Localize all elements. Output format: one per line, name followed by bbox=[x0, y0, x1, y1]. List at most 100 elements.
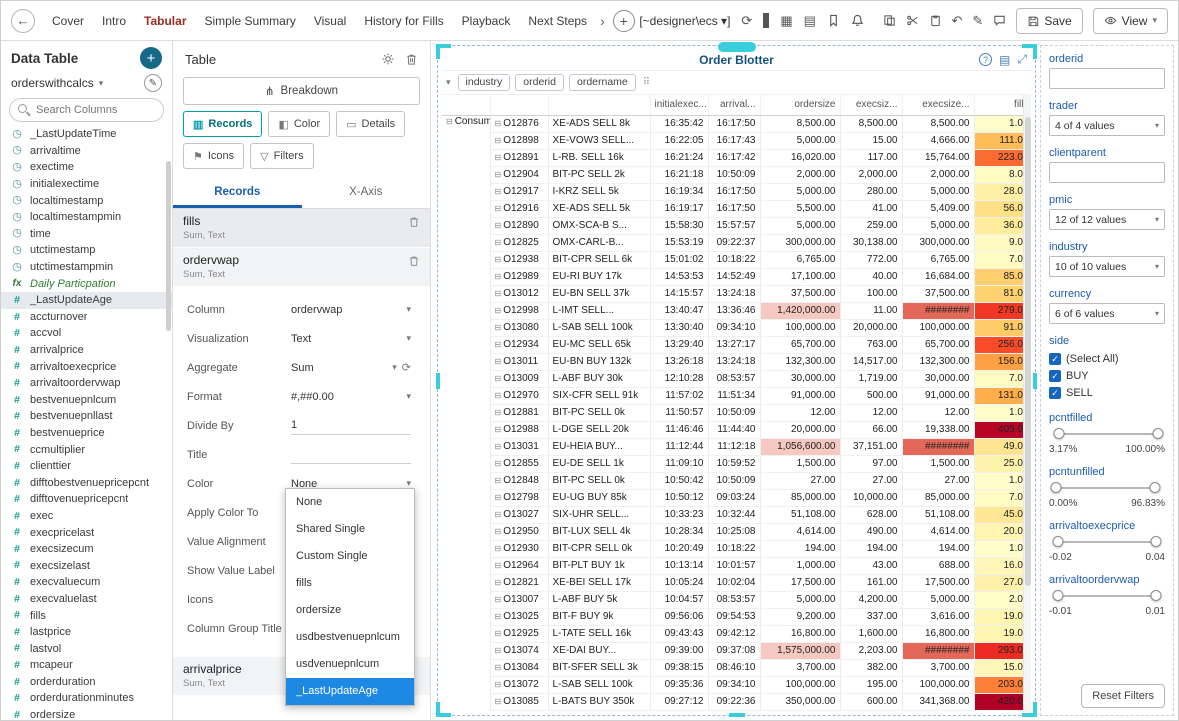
execsize-cell[interactable]: 490.00 bbox=[840, 523, 902, 540]
ordersize-cell[interactable]: 4,614.00 bbox=[760, 523, 840, 540]
ordername-cell[interactable]: EU-DE SELL 1k bbox=[548, 455, 650, 472]
collapse-icon[interactable]: ⊟ bbox=[495, 374, 502, 383]
initialexectime-cell[interactable]: 09:56:06 bbox=[650, 608, 708, 625]
tab-next-steps[interactable]: Next Steps bbox=[519, 2, 596, 40]
format-select[interactable]: #,##0.00▾ bbox=[291, 391, 411, 403]
arrivaltime-cell[interactable]: 09:34:10 bbox=[708, 676, 760, 693]
orderid-cell[interactable]: ⊟O12825 bbox=[490, 234, 548, 251]
execsize-cell[interactable]: 2,203.00 bbox=[840, 642, 902, 659]
execsizecum-cell[interactable]: 85,000.00 bbox=[902, 489, 974, 506]
ordername-cell[interactable]: L-TATE SELL 16k bbox=[548, 625, 650, 642]
collapse-icon[interactable]: ⊟ bbox=[495, 255, 502, 264]
ordername-cell[interactable]: BIT-PC SELL 2k bbox=[548, 166, 650, 183]
execsizecum-cell[interactable]: 27.00 bbox=[902, 472, 974, 489]
execsizecum-cell[interactable]: ######## bbox=[902, 302, 974, 319]
workbook-selector[interactable]: [~designer\ecs ▾] bbox=[639, 14, 730, 28]
selection-handle-mid-right[interactable] bbox=[1033, 373, 1037, 389]
column-header-initialexec[interactable]: initialexec... bbox=[650, 95, 708, 115]
collapse-icon[interactable]: ⊟ bbox=[495, 136, 502, 145]
dropdown-item[interactable]: usdbestvenuepnlcum bbox=[286, 624, 414, 651]
ordersize-cell[interactable]: 8,500.00 bbox=[760, 115, 840, 132]
orderid-cell[interactable]: ⊟O13072 bbox=[490, 676, 548, 693]
ordersize-cell[interactable]: 350,000.00 bbox=[760, 693, 840, 710]
collapse-icon[interactable]: ⊟ bbox=[495, 442, 502, 451]
tab-cover[interactable]: Cover bbox=[43, 2, 93, 40]
orderid-cell[interactable]: ⊟O12925 bbox=[490, 625, 548, 642]
collapse-icon[interactable]: ⊟ bbox=[495, 221, 502, 230]
ordername-cell[interactable]: BIT-F BUY 9k bbox=[548, 608, 650, 625]
visualization-select[interactable]: Text▾ bbox=[291, 333, 411, 345]
pause-icon[interactable] bbox=[763, 14, 769, 27]
column-list-item[interactable]: #difftovenuepricepcnt bbox=[1, 491, 172, 508]
column-header[interactable] bbox=[548, 95, 650, 115]
arrivaltime-cell[interactable]: 16:17:50 bbox=[708, 183, 760, 200]
execsizecum-cell[interactable]: 16,800.00 bbox=[902, 625, 974, 642]
checkbox-icon[interactable]: ✓ bbox=[1049, 370, 1061, 382]
collapse-icon[interactable]: ⊟ bbox=[495, 340, 502, 349]
initialexectime-cell[interactable]: 16:21:24 bbox=[650, 149, 708, 166]
gear-icon[interactable] bbox=[381, 52, 395, 66]
initialexectime-cell[interactable]: 11:50:57 bbox=[650, 404, 708, 421]
execsizecum-cell[interactable]: 300,000.00 bbox=[902, 234, 974, 251]
slider-thumb-low[interactable] bbox=[1053, 590, 1064, 601]
arrivaltime-cell[interactable]: 11:12:18 bbox=[708, 438, 760, 455]
add-page-button[interactable]: + bbox=[613, 10, 635, 32]
initialexectime-cell[interactable]: 11:57:02 bbox=[650, 387, 708, 404]
scissors-icon[interactable] bbox=[906, 14, 919, 27]
selection-handle-mid-bottom[interactable] bbox=[729, 713, 745, 717]
arrivaltime-cell[interactable]: 13:36:46 bbox=[708, 302, 760, 319]
collapse-icon[interactable]: ⊟ bbox=[495, 697, 502, 706]
arrivaltime-cell[interactable]: 15:57:57 bbox=[708, 217, 760, 234]
execsizecum-cell[interactable]: ######## bbox=[902, 642, 974, 659]
collapse-icon[interactable]: ⊟ bbox=[495, 510, 502, 519]
orderid-cell[interactable]: ⊟O12821 bbox=[490, 574, 548, 591]
ordersize-cell[interactable]: 5,000.00 bbox=[760, 183, 840, 200]
orderid-cell[interactable]: ⊟O12898 bbox=[490, 132, 548, 149]
execsize-cell[interactable]: 382.00 bbox=[840, 659, 902, 676]
orderid-cell[interactable]: ⊟O13012 bbox=[490, 285, 548, 302]
orderid-cell[interactable]: ⊟O13027 bbox=[490, 506, 548, 523]
arrivaltime-cell[interactable]: 09:34:10 bbox=[708, 319, 760, 336]
tab-simple-summary[interactable]: Simple Summary bbox=[195, 2, 304, 40]
execsizecum-cell[interactable]: ######## bbox=[902, 438, 974, 455]
arrivaltime-cell[interactable]: 08:53:57 bbox=[708, 591, 760, 608]
arrivaltime-cell[interactable]: 10:59:52 bbox=[708, 455, 760, 472]
orderid-cell[interactable]: ⊟O13085 bbox=[490, 693, 548, 710]
tab-visual[interactable]: Visual bbox=[305, 2, 355, 40]
execsize-cell[interactable]: 280.00 bbox=[840, 183, 902, 200]
ordername-cell[interactable]: L-BATS BUY 350k bbox=[548, 693, 650, 710]
title-input[interactable] bbox=[291, 446, 411, 464]
column-list-item[interactable]: ◷exectime bbox=[1, 159, 172, 176]
copy-icon[interactable] bbox=[883, 14, 896, 27]
ordersize-cell[interactable]: 17,100.00 bbox=[760, 268, 840, 285]
range-slider[interactable] bbox=[1054, 589, 1160, 603]
comment-icon[interactable] bbox=[993, 14, 1006, 27]
arrivaltime-cell[interactable]: 09:22:36 bbox=[708, 693, 760, 710]
ordersize-cell[interactable]: 5,500.00 bbox=[760, 200, 840, 217]
ordername-cell[interactable]: OMX-CARL-B... bbox=[548, 234, 650, 251]
reset-filters-button[interactable]: Reset Filters bbox=[1081, 684, 1165, 708]
help-icon[interactable]: ? bbox=[979, 53, 992, 66]
execsize-cell[interactable]: 41.00 bbox=[840, 200, 902, 217]
execsizecum-cell[interactable]: 65,700.00 bbox=[902, 336, 974, 353]
execsize-cell[interactable]: 66.00 bbox=[840, 421, 902, 438]
initialexectime-cell[interactable]: 13:26:18 bbox=[650, 353, 708, 370]
execsize-cell[interactable]: 43.00 bbox=[840, 557, 902, 574]
execsize-cell[interactable]: 772.00 bbox=[840, 251, 902, 268]
ordersize-cell[interactable]: 6,765.00 bbox=[760, 251, 840, 268]
ordersize-cell[interactable]: 30,000.00 bbox=[760, 370, 840, 387]
initialexectime-cell[interactable]: 15:01:02 bbox=[650, 251, 708, 268]
column-select[interactable]: ordervwap▾ bbox=[291, 304, 411, 316]
scrollbar-thumb[interactable] bbox=[1025, 117, 1031, 586]
tab-history-for-fills[interactable]: History for Fills bbox=[355, 2, 452, 40]
column-list-item[interactable]: #arrivaltoordervwap bbox=[1, 375, 172, 392]
execsizecum-cell[interactable]: 17,500.00 bbox=[902, 574, 974, 591]
edit-data-source-button[interactable]: ✎ bbox=[144, 74, 162, 92]
collapse-icon[interactable]: ⊟ bbox=[495, 272, 502, 281]
slider-thumb-high[interactable] bbox=[1152, 428, 1163, 439]
slider-thumb-high[interactable] bbox=[1149, 482, 1160, 493]
orderid-cell[interactable]: ⊟O12938 bbox=[490, 251, 548, 268]
execsize-cell[interactable]: 97.00 bbox=[840, 455, 902, 472]
execsizecum-cell[interactable]: 194.00 bbox=[902, 540, 974, 557]
tabs-overflow-chevron-icon[interactable]: › bbox=[596, 13, 609, 29]
